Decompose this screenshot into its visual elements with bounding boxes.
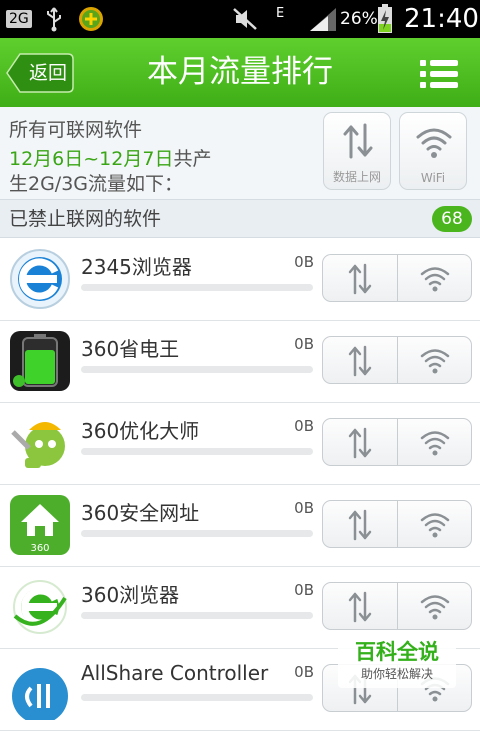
app-usage: 0B (294, 335, 314, 353)
app-usage: 0B (294, 581, 314, 599)
back-button[interactable]: 返回 (6, 53, 74, 93)
usage-bar (81, 612, 313, 619)
svg-text:360: 360 (30, 543, 49, 554)
network-toggle (322, 500, 472, 548)
date-range: 12月6日~12月7日 (9, 148, 174, 170)
wifi-toggle[interactable] (397, 337, 471, 383)
mobile-data-label: 数据上网 (332, 170, 381, 184)
wifi-toggle[interactable] (397, 501, 471, 547)
watermark-title: 百科全说 (355, 640, 439, 664)
usage-bar (81, 366, 313, 373)
wifi-toggle[interactable] (397, 419, 471, 465)
app-plus-icon (78, 0, 104, 38)
optimizer-icon (9, 412, 71, 474)
app-row[interactable]: 360省电王 0B (0, 321, 480, 403)
mobile-data-icon (348, 509, 372, 541)
mobile-data-icon (348, 591, 372, 623)
mobile-data-toggle[interactable] (323, 255, 397, 301)
app-name: AllShare Controller (81, 661, 269, 685)
watermark-subtitle: 助你轻松解决 (360, 667, 433, 681)
wifi-icon (420, 595, 450, 620)
status-bar: 2G E 26% 21:40 (0, 0, 480, 38)
battery-charging-icon (377, 0, 393, 38)
app-name: 360安全网址 (81, 501, 200, 525)
wifi-toggle[interactable] (397, 583, 471, 629)
wifi-filter-button[interactable]: WiFi (399, 112, 467, 190)
blocked-count-badge: 68 (432, 206, 472, 232)
app-row[interactable]: 360 360安全网址 0B (0, 485, 480, 567)
app-usage: 0B (294, 253, 314, 271)
summary-line2: 12月6日~12月7日共产 (9, 144, 211, 171)
battery-saver-icon (9, 330, 71, 392)
browser-2345-icon (9, 248, 71, 310)
section-label: 已禁止联网的软件 (9, 208, 162, 230)
home-360-icon: 360 (9, 494, 71, 556)
battery-percent: 26% (340, 9, 378, 29)
usage-bar (81, 284, 313, 291)
app-name: 360省电王 (81, 337, 180, 361)
summary-panel: 所有可联网软件 12月6日~12月7日共产 生2G/3G流量如下： 数据上网 W… (0, 107, 480, 199)
wifi-icon (420, 431, 450, 456)
wifi-icon (420, 349, 450, 374)
app-name: 360优化大师 (81, 419, 200, 443)
app-row[interactable]: 360优化大师 0B (0, 403, 480, 485)
network-toggle (322, 336, 472, 384)
app-name: 2345浏览器 (81, 255, 192, 279)
signal-icon (308, 0, 338, 38)
wifi-icon (416, 128, 452, 158)
mobile-data-icon (348, 345, 372, 377)
network-type: E (276, 5, 285, 21)
back-button-label: 返回 (28, 62, 67, 84)
mobile-data-filter-button[interactable]: 数据上网 (323, 112, 391, 190)
wifi-toggle[interactable] (397, 255, 471, 301)
app-name: 360浏览器 (81, 583, 180, 607)
page-title: 本月流量排行 (147, 54, 333, 90)
wifi-icon (420, 267, 450, 292)
usage-bar (81, 694, 313, 701)
watermark: 百科全说 助你轻松解决 (338, 632, 456, 688)
browser-360-icon (9, 576, 71, 638)
summary-line1: 所有可联网软件 (9, 119, 143, 141)
sim-indicator: 2G (6, 10, 32, 28)
network-toggle (322, 418, 472, 466)
mute-icon (232, 0, 258, 38)
app-row[interactable]: 2345浏览器 0B (0, 239, 480, 321)
mobile-data-toggle[interactable] (323, 501, 397, 547)
usb-icon (44, 0, 64, 38)
network-toggle (322, 254, 472, 302)
mobile-data-toggle[interactable] (323, 583, 397, 629)
usage-bar (81, 530, 313, 537)
menu-icon[interactable] (420, 58, 460, 90)
app-usage: 0B (294, 499, 314, 517)
mobile-data-icon (343, 123, 373, 159)
wifi-icon (420, 513, 450, 538)
mobile-data-toggle[interactable] (323, 337, 397, 383)
summary-line3: 生2G/3G流量如下： (9, 173, 184, 195)
title-bar: 返回 本月流量排行 (0, 38, 480, 107)
app-usage: 0B (294, 663, 314, 681)
clock: 21:40 (404, 4, 479, 34)
mobile-data-toggle[interactable] (323, 419, 397, 465)
summary-line2-suffix: 共产 (173, 148, 212, 170)
sim-2g-icon: 2G (6, 0, 32, 38)
network-toggle (322, 582, 472, 630)
app-usage: 0B (294, 417, 314, 435)
usage-bar (81, 448, 313, 455)
wifi-label: WiFi (420, 171, 446, 185)
blocked-apps-header[interactable]: 已禁止联网的软件 68 (0, 199, 480, 238)
mobile-data-icon (348, 427, 372, 459)
mobile-data-icon (348, 263, 372, 295)
